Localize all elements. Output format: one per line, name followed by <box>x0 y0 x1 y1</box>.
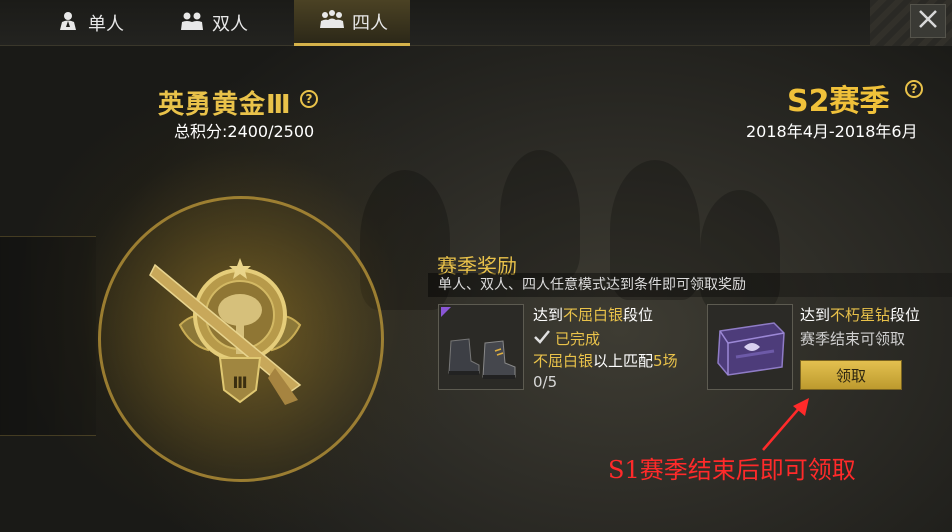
close-icon <box>917 8 939 34</box>
mode-tab-bar: 单人 双人 四人 <box>0 0 952 46</box>
duo-persons-icon <box>180 11 204 36</box>
tab-label: 单人 <box>88 14 124 35</box>
completed-status: 已完成 <box>533 328 600 349</box>
help-icon[interactable]: ? <box>905 80 923 98</box>
annotation-text: S1赛季结束后即可领取 <box>608 456 856 484</box>
claim-button[interactable]: 领取 <box>800 360 902 390</box>
boots-icon <box>445 321 519 385</box>
tab-duo[interactable]: 双人 <box>176 0 266 46</box>
tab-solo[interactable]: 单人 <box>52 0 132 46</box>
crate-icon <box>714 317 788 383</box>
reward-item-boots[interactable] <box>438 304 524 390</box>
help-icon[interactable]: ? <box>300 90 318 108</box>
status-text: 已完成 <box>555 330 601 348</box>
rank-title: 英勇黄金Ⅲ <box>158 90 292 120</box>
season-rewards-description: 单人、双人、四人任意模式达到条件即可领取奖励 <box>428 273 952 297</box>
season-dates: 2018年4月-2018年6月 <box>746 122 918 141</box>
total-score: 总积分:2400/2500 <box>174 122 315 141</box>
reward-1-requirement: 达到不屈白银段位 <box>533 306 654 324</box>
close-button[interactable] <box>910 4 946 38</box>
tier-numeral: Ⅲ <box>232 373 248 392</box>
reward-item-crate[interactable] <box>707 304 793 390</box>
squad-persons-icon <box>320 9 344 34</box>
checkmark-icon <box>533 329 551 349</box>
rank-badge: Ⅲ <box>140 240 340 440</box>
season-title: S2赛季 <box>787 84 890 119</box>
reward-2-note: 赛季结束可领取 <box>800 330 906 348</box>
tab-label: 双人 <box>212 14 248 35</box>
decorative-band <box>0 236 96 436</box>
reward-2-requirement: 达到不朽星钻段位 <box>800 306 921 324</box>
solo-person-icon <box>56 11 80 36</box>
close-area <box>870 0 952 46</box>
rarity-indicator <box>441 307 451 317</box>
reward-1-progress: 0/5 <box>533 373 558 391</box>
tab-label: 四人 <box>352 12 388 34</box>
reward-1-condition: 不屈白银以上匹配5场 <box>533 352 678 370</box>
tab-squad[interactable]: 四人 <box>294 0 410 46</box>
